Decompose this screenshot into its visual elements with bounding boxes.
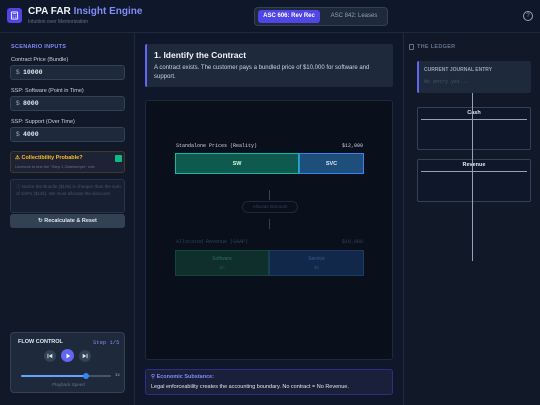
software-allocated-bar: Software $0	[175, 250, 269, 276]
step-description: A contract exists. The customer pays a b…	[154, 65, 370, 80]
collectibility-toggle[interactable]: ⚠ Collectibility Probable? Uncheck to te…	[10, 151, 125, 173]
t-account-rule	[421, 171, 527, 172]
ssp-support-value: 4000	[23, 131, 39, 138]
slider-fill	[21, 375, 86, 377]
slider-handle[interactable]	[82, 373, 89, 379]
allocate-discount-badge: Allocate Discount	[242, 201, 298, 213]
ssp-software-label: SSP: Software (Point in Time)	[11, 88, 84, 94]
allocated-revenue-label: Allocated Revenue (GAAP)	[176, 239, 249, 245]
app-header: CPA FAR Insight Engine Intuition over Me…	[0, 0, 540, 33]
journal-entry-card: CURRENT JOURNAL ENTRY No entry yet...	[417, 61, 531, 93]
tab-asc-606[interactable]: ASC 606: Rev Rec	[258, 10, 320, 23]
step-title: 1. Identify the Contract	[154, 50, 247, 60]
skip-back-icon	[47, 353, 53, 359]
step-card: 1. Identify the Contract A contract exis…	[145, 44, 393, 87]
scenario-sidebar: SCENARIO INPUTS Contract Price (Bundle) …	[0, 33, 135, 405]
play-button[interactable]	[61, 349, 74, 362]
collectibility-checkbox[interactable]	[115, 155, 122, 162]
standalone-prices-label: Standalone Prices (Reality)	[176, 143, 258, 149]
dollar-icon: $	[16, 100, 20, 107]
arrow-down-icon	[269, 190, 270, 200]
software-allocated-label: Software	[212, 256, 232, 262]
t-account-name: Revenue	[462, 162, 486, 168]
ledger-title: THE LEDGER	[417, 44, 456, 50]
journal-entry-title: CURRENT JOURNAL ENTRY	[424, 67, 493, 73]
playback-speed-slider[interactable]	[21, 373, 111, 379]
section-title: SCENARIO INPUTS	[11, 44, 67, 50]
step-indicator: Step 1/5	[93, 339, 120, 346]
notice-text: ⓘ Notice the Bundle ($10k) is cheaper th…	[16, 184, 121, 196]
speed-label: Playback Speed	[52, 382, 85, 387]
app-subtitle: Intuition over Memorization	[28, 19, 89, 25]
t-account-rule	[421, 119, 527, 120]
software-ssp-bar: SW	[175, 153, 299, 174]
allocation-visualization: Standalone Prices (Reality) $12,000 SW S…	[145, 100, 393, 360]
economic-substance-title: ⚲ Economic Substance:	[151, 374, 215, 380]
dollar-icon: $	[16, 69, 20, 76]
next-step-button[interactable]	[79, 350, 91, 362]
contract-price-value: 10000	[23, 69, 43, 76]
standard-tabs: ASC 606: Rev Rec ASC 842: Leases	[254, 7, 388, 26]
main-panel: 1. Identify the Contract A contract exis…	[135, 33, 403, 405]
calculator-icon	[7, 8, 22, 23]
t-account-name: Cash	[467, 110, 481, 116]
help-icon[interactable]: ?	[523, 11, 533, 21]
contract-price-input[interactable]: $ 10000	[10, 65, 125, 80]
collectibility-label: ⚠ Collectibility Probable?	[15, 155, 83, 161]
discount-notice: ⓘ Notice the Bundle ($10k) is cheaper th…	[10, 179, 125, 213]
standalone-total: $12,000	[342, 143, 364, 149]
ssp-software-value: 8000	[23, 100, 39, 107]
t-account-cash: Cash	[417, 107, 531, 150]
ledger-icon	[409, 44, 414, 50]
previous-step-button[interactable]	[44, 350, 56, 362]
tab-asc-842[interactable]: ASC 842: Leases	[323, 10, 385, 23]
skip-forward-icon	[82, 353, 88, 359]
recalculate-button[interactable]: ↻ Recalculate & Reset	[10, 214, 125, 228]
service-allocated-label: Service	[308, 256, 325, 262]
contract-price-label: Contract Price (Bundle)	[11, 57, 69, 63]
flow-control-panel: FLOW CONTROL Step 1/5 1x Playback Speed	[10, 332, 125, 393]
flow-control-title: FLOW CONTROL	[18, 339, 63, 345]
economic-substance-text: Legal enforceability creates the account…	[151, 384, 349, 390]
service-allocated-value: $0	[313, 265, 319, 270]
dollar-icon: $	[16, 131, 20, 138]
economic-substance-box: ⚲ Economic Substance: Legal enforceabili…	[145, 369, 393, 395]
ssp-support-label: SSP: Support (Over Time)	[11, 119, 75, 125]
journal-entry-empty: No entry yet...	[424, 79, 470, 85]
ssp-support-input[interactable]: $ 4000	[10, 127, 125, 142]
t-account-divider	[472, 93, 473, 261]
collectibility-hint: Uncheck to test the "Step 1 Gatekeeper" …	[15, 164, 96, 169]
software-allocated-value: $0	[219, 265, 225, 270]
arrow-down-icon	[269, 219, 270, 229]
speed-value: 1x	[115, 372, 120, 377]
play-icon	[66, 353, 70, 358]
service-allocated-bar: Service $0	[269, 250, 364, 276]
app-title: CPA FAR Insight Engine	[28, 6, 143, 17]
allocated-total: $10,000	[342, 239, 364, 245]
t-account-revenue: Revenue	[417, 159, 531, 202]
service-ssp-bar: SVC	[299, 153, 364, 174]
ssp-software-input[interactable]: $ 8000	[10, 96, 125, 111]
